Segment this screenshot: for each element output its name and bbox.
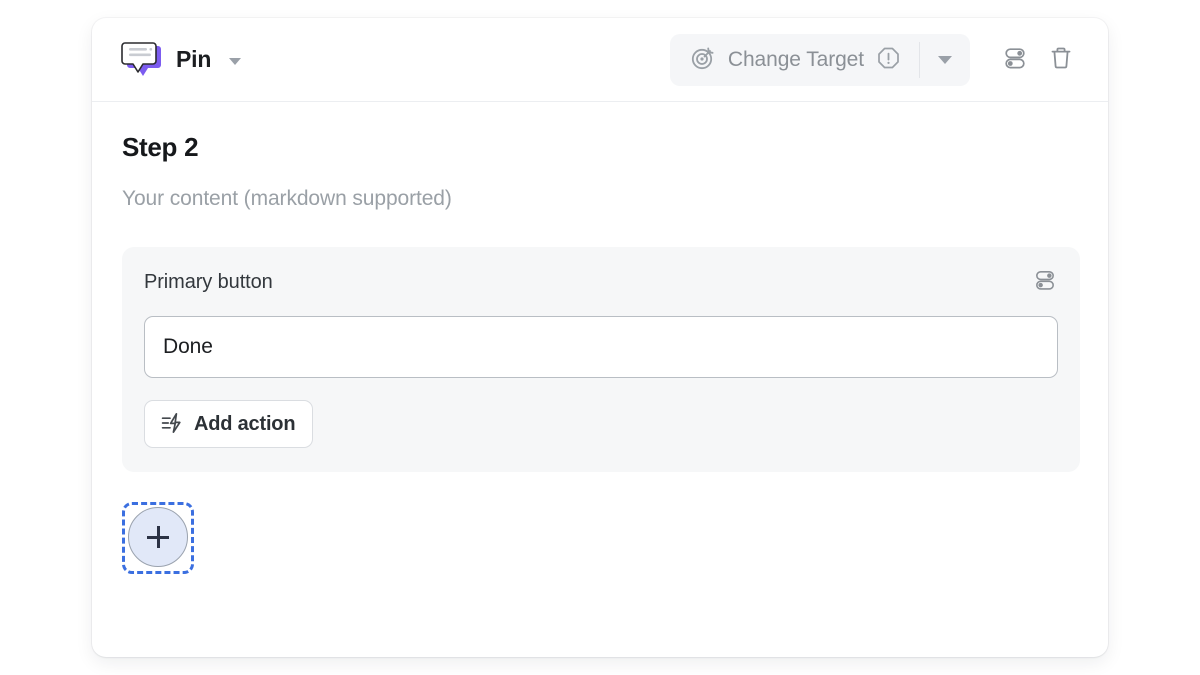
panel-header: Primary button [144,269,1058,295]
delete-step-button[interactable] [1038,37,1084,83]
panel-title: Primary button [144,270,273,293]
change-target-group: Change Target [669,33,970,86]
pin-label: Pin [176,46,212,72]
card-body: Step 2 Your content (markdown supported)… [92,102,1108,574]
header-right-group: Change Target [669,33,1084,86]
sliders-toggles-icon [1032,267,1058,298]
alert-octagon-icon [876,46,901,74]
trash-icon [1047,44,1075,75]
card-header: Pin Change Target [92,18,1108,102]
button-label-value: Done [163,335,213,358]
change-target-button[interactable]: Change Target [670,34,919,86]
content-placeholder-text[interactable]: Your content (markdown supported) [122,187,1080,211]
page-title: Step 2 [122,132,199,162]
header-left-group: Pin [120,40,242,80]
plus-icon [147,526,169,548]
add-action-button[interactable]: Add action [144,400,314,448]
change-target-label: Change Target [727,47,864,71]
add-step-button[interactable] [128,507,188,567]
zap-lines-icon [160,411,184,438]
button-label-input[interactable]: Done [144,316,1058,378]
add-step-container [122,502,194,574]
header-settings-button[interactable] [992,37,1038,83]
add-action-label: Add action [194,412,296,435]
step-editor-card: Pin Change Target Step 2 Your content (m… [92,18,1108,657]
sliders-toggles-icon [1001,44,1029,75]
panel-settings-button[interactable] [1032,267,1058,298]
primary-button-panel: Primary button Done Add action [122,247,1080,472]
chevron-down-icon [938,55,952,64]
screen-root: Pin Change Target Step 2 Your content (m… [0,0,1200,675]
change-target-dropdown-button[interactable] [920,34,970,86]
target-icon [690,45,716,74]
pin-tooltip-icon [120,40,164,80]
chevron-down-icon[interactable] [229,57,242,65]
